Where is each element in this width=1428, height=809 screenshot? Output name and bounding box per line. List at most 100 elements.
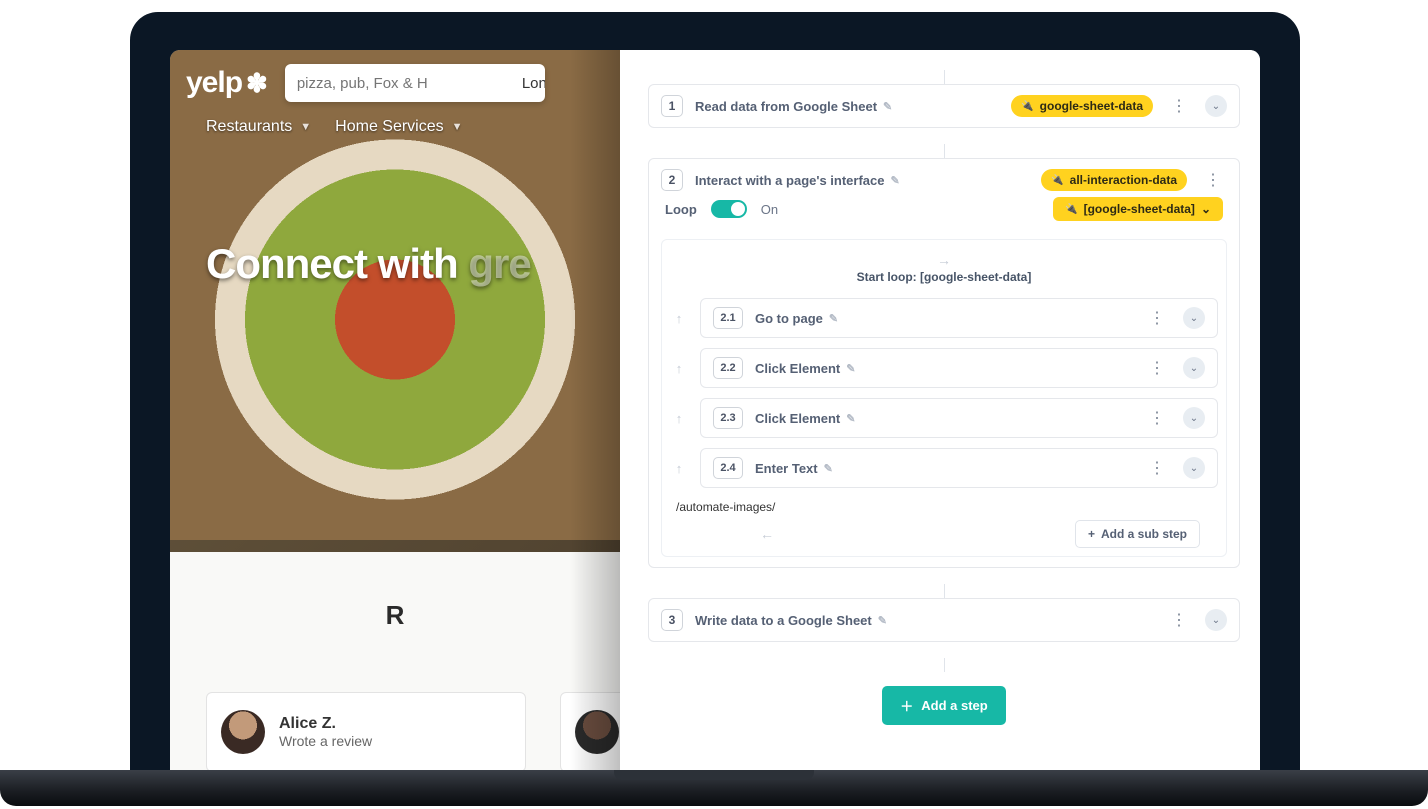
sub-step-row: ↑ 2.4 Enter Text ✎ ⋮ ⌄: [670, 448, 1218, 488]
step-title: Write data to a Google Sheet ✎: [695, 613, 1153, 628]
plus-icon: ＋: [900, 696, 913, 715]
loop-header: Loop On 🔌 [google-sheet-data] ⌄: [661, 191, 1227, 233]
pencil-icon[interactable]: ✎: [890, 174, 899, 187]
pencil-icon[interactable]: ✎: [829, 312, 838, 325]
workflow-panel: 1 Read data from Google Sheet ✎ 🔌 google…: [620, 50, 1260, 782]
sub-step-number: 2.3: [713, 407, 743, 429]
review-card[interactable]: [560, 692, 620, 772]
search-location[interactable]: London: [508, 75, 545, 92]
yelp-logo[interactable]: yelp ✽: [186, 66, 267, 100]
collapse-toggle[interactable]: ⌄: [1183, 307, 1205, 329]
collapse-toggle[interactable]: ⌄: [1205, 609, 1227, 631]
collapse-toggle[interactable]: ⌄: [1183, 457, 1205, 479]
more-menu[interactable]: ⋮: [1143, 358, 1171, 378]
step-title: Read data from Google Sheet ✎: [695, 99, 999, 114]
loop-label: Loop: [665, 202, 697, 217]
plug-icon: 🔌: [1065, 204, 1077, 215]
review-sub: Wrote a review: [279, 733, 372, 749]
loop-toggle[interactable]: [711, 200, 747, 218]
reviews-area: R Alice Z. Wrote a review: [170, 552, 620, 782]
collapse-toggle[interactable]: ⌄: [1183, 407, 1205, 429]
step-number: 2: [661, 169, 683, 191]
hero-prefix: Connect with: [206, 240, 468, 287]
connector: [944, 658, 945, 672]
sub-step-number: 2.4: [713, 457, 743, 479]
review-card[interactable]: Alice Z. Wrote a review: [206, 692, 526, 772]
pencil-icon[interactable]: ✎: [846, 362, 855, 375]
pencil-icon[interactable]: ✎: [883, 100, 892, 113]
review-name: Alice Z.: [279, 715, 372, 733]
section-title: R: [170, 600, 620, 631]
step-card-1: 1 Read data from Google Sheet ✎ 🔌 google…: [648, 84, 1240, 128]
data-pill[interactable]: 🔌 all-interaction-data: [1041, 169, 1187, 191]
step-title: Interact with a page's interface ✎: [695, 173, 1029, 188]
chevron-down-icon: ▼: [452, 121, 463, 133]
sub-step-row: ↑ 2.3 Click Element ✎ ⋮ ⌄: [670, 398, 1218, 438]
yelp-panel: yelp ✽ London Restaurants ▼ Home Service…: [170, 50, 620, 782]
plug-icon: 🔌: [1021, 101, 1033, 112]
pencil-icon[interactable]: ✎: [824, 462, 833, 475]
arrow-up-icon: ↑: [670, 311, 688, 326]
more-menu[interactable]: ⋮: [1165, 96, 1193, 116]
add-sub-row: ← + Add a sub step: [670, 520, 1218, 548]
step-card-3: 3 Write data to a Google Sheet ✎ ⋮ ⌄: [648, 598, 1240, 642]
sub-step-number: 2.1: [713, 307, 743, 329]
nav-restaurants[interactable]: Restaurants ▼: [206, 118, 311, 136]
avatar: [221, 710, 265, 754]
pencil-icon[interactable]: ✎: [846, 412, 855, 425]
add-step-button[interactable]: ＋ Add a step: [882, 686, 1005, 725]
connector: [944, 70, 945, 84]
more-menu[interactable]: ⋮: [1199, 170, 1227, 190]
arrow-right-icon: →: [670, 252, 1218, 268]
sub-step-card: 2.1 Go to page ✎ ⋮ ⌄: [700, 298, 1218, 338]
step-number: 1: [661, 95, 683, 117]
more-menu[interactable]: ⋮: [1143, 408, 1171, 428]
data-pill[interactable]: 🔌 google-sheet-data: [1011, 95, 1153, 117]
chevron-down-icon: ▼: [300, 121, 311, 133]
nav-label: Restaurants: [206, 118, 292, 136]
yelp-logo-text: yelp: [186, 66, 242, 100]
plug-icon: 🔌: [1051, 175, 1063, 186]
arrow-up-icon: ↑: [670, 361, 688, 376]
arrow-up-icon: ↑: [670, 461, 688, 476]
more-menu[interactable]: ⋮: [1143, 308, 1171, 328]
yelp-burst-icon: ✽: [246, 68, 267, 99]
more-menu[interactable]: ⋮: [1143, 458, 1171, 478]
add-step-row: ＋ Add a step: [648, 678, 1240, 725]
nav-home-services[interactable]: Home Services ▼: [335, 118, 462, 136]
arrow-up-icon: ↑: [670, 411, 688, 426]
connector: [944, 144, 945, 158]
sub-step-number: 2.2: [713, 357, 743, 379]
sub-step-card: 2.3 Click Element ✎ ⋮ ⌄: [700, 398, 1218, 438]
step-number: 3: [661, 609, 683, 631]
arrow-left-icon: ←: [760, 526, 774, 542]
sub-step-card: 2.4 Enter Text ✎ ⋮ ⌄: [700, 448, 1218, 488]
sub-step-title: Go to page ✎: [755, 311, 1131, 326]
search-input[interactable]: [285, 75, 508, 92]
collapse-toggle[interactable]: ⌄: [1205, 95, 1227, 117]
loop-start-label: Start loop: [google-sheet-data]: [670, 270, 1218, 284]
nav-label: Home Services: [335, 118, 443, 136]
sub-step-row: ↑ 2.1 Go to page ✎ ⋮ ⌄: [670, 298, 1218, 338]
screen: yelp ✽ London Restaurants ▼ Home Service…: [170, 50, 1260, 782]
sub-step-card: 2.2 Click Element ✎ ⋮ ⌄: [700, 348, 1218, 388]
loop-source-pill[interactable]: 🔌 [google-sheet-data] ⌄: [1053, 197, 1223, 221]
collapse-toggle[interactable]: ⌄: [1183, 357, 1205, 379]
hero-grey: gre: [468, 240, 530, 287]
plus-icon: +: [1088, 527, 1095, 541]
sub-step-title: Enter Text ✎: [755, 461, 1131, 476]
sub-step-title: Click Element ✎: [755, 411, 1131, 426]
loop-state: On: [761, 202, 778, 217]
laptop-frame: yelp ✽ London Restaurants ▼ Home Service…: [130, 12, 1300, 782]
nav-row: Restaurants ▼ Home Services ▼: [170, 118, 620, 136]
loop-box: → Start loop: [google-sheet-data] ↑ 2.1 …: [661, 239, 1227, 557]
pencil-icon[interactable]: ✎: [878, 614, 887, 627]
search-box: London: [285, 64, 545, 102]
hero-text: Connect with gre: [206, 240, 531, 288]
path-text: /automate-images/: [670, 498, 1218, 520]
more-menu[interactable]: ⋮: [1165, 610, 1193, 630]
step-card-2: 2 Interact with a page's interface ✎ 🔌 a…: [648, 158, 1240, 568]
laptop-base: [0, 770, 1428, 806]
sub-step-row: ↑ 2.2 Click Element ✎ ⋮ ⌄: [670, 348, 1218, 388]
add-sub-step-button[interactable]: + Add a sub step: [1075, 520, 1200, 548]
